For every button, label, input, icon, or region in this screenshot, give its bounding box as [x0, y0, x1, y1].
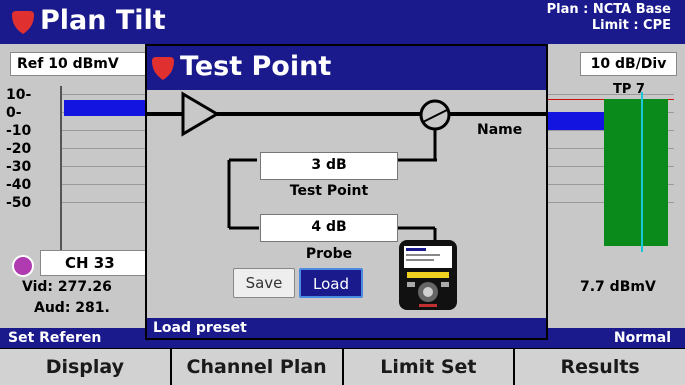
softkey-bar: Display Channel Plan Limit Set Results: [0, 349, 685, 385]
y-tick-label: -10: [6, 123, 32, 139]
y-tick-label: -20: [6, 141, 32, 157]
scale-setting[interactable]: 10 dB/Div: [580, 52, 677, 76]
y-tick-label: -40: [6, 177, 32, 193]
limit-name: Limit : CPE: [591, 18, 671, 33]
marker-line: [641, 92, 643, 252]
audio-frequency: Aud: 281.: [34, 300, 110, 316]
channel-bar: [548, 112, 604, 130]
status-mode: Normal: [613, 330, 671, 346]
probe-label: Probe: [305, 246, 353, 262]
plan-name: Plan : NCTA Base: [546, 2, 671, 17]
y-tick-label: -30: [6, 159, 32, 175]
y-tick-label: -50: [6, 195, 32, 211]
channel-plan-softkey[interactable]: Channel Plan: [171, 349, 342, 385]
marker-label: TP 7: [613, 82, 645, 97]
plan-info: Plan : NCTA Base Limit : CPE: [547, 2, 671, 34]
amplifier-icon: [181, 91, 220, 137]
load-button[interactable]: Load: [299, 268, 363, 298]
channel-indicator-icon: [12, 255, 34, 277]
signal-level: 7.7 dBmV: [580, 279, 656, 295]
shield-logo-icon: [152, 57, 174, 80]
y-tick-label: 0-: [6, 105, 22, 121]
shield-logo-icon: [12, 11, 34, 34]
status-message: Set Referen: [8, 330, 102, 346]
channel-bar: [64, 100, 146, 116]
results-softkey[interactable]: Results: [515, 349, 685, 385]
dialog-body: 3 dB Test Point 4 dB Probe Name Save Loa…: [147, 90, 546, 312]
probe-value[interactable]: 4 dB: [260, 214, 398, 242]
test-point-label: Test Point: [289, 183, 369, 199]
test-point-bar: [604, 99, 668, 246]
dialog-title-bar: Test Point: [147, 46, 546, 90]
dialog-footer: Load preset: [147, 318, 546, 338]
limit-set-softkey[interactable]: Limit Set: [343, 349, 514, 385]
display-softkey[interactable]: Display: [0, 349, 170, 385]
test-point-value[interactable]: 3 dB: [260, 152, 398, 180]
test-point-dialog: Test Point 3 dB Test Point 4 dB Probe Na…: [145, 44, 548, 340]
page-title: Plan Tilt: [40, 5, 166, 36]
title-bar: Plan Tilt Plan : NCTA Base Limit : CPE: [0, 0, 685, 44]
name-label: Name: [477, 122, 523, 138]
signal-meter-icon: [399, 240, 457, 310]
save-button[interactable]: Save: [233, 268, 295, 298]
reference-level[interactable]: Ref 10 dBmV: [10, 52, 150, 76]
video-frequency: Vid: 277.26: [22, 279, 112, 295]
y-tick-label: 10-: [6, 87, 32, 103]
channel-selector[interactable]: CH 33: [40, 250, 150, 276]
dialog-title: Test Point: [180, 51, 332, 82]
